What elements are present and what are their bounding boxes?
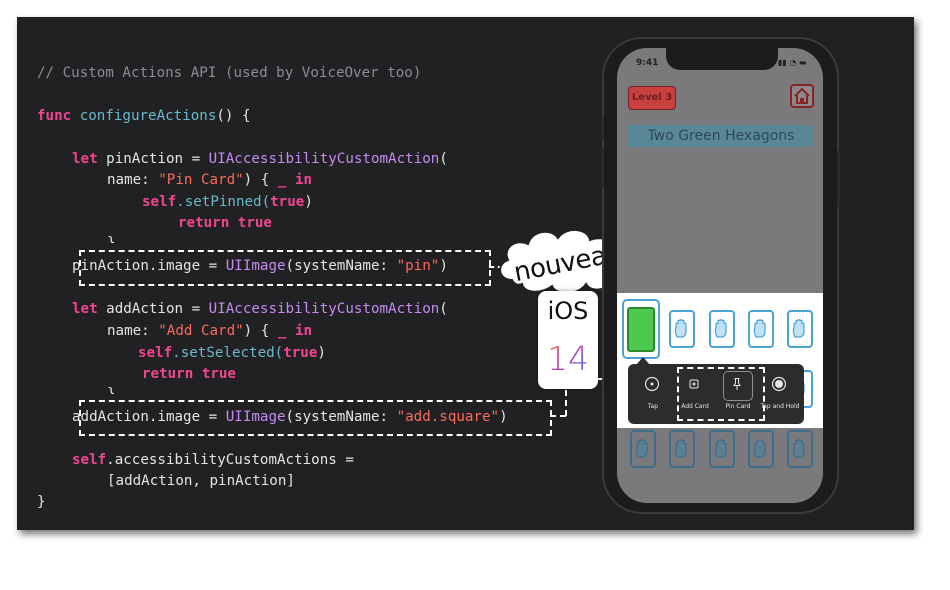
home-button[interactable]: [790, 84, 814, 108]
code-token: configureActions: [79, 108, 217, 124]
pin-image-highlight: [79, 250, 491, 286]
code-token: self: [72, 452, 107, 468]
code-pin-let-line: let pinAction = UIAccessibilityCustomAct…: [72, 149, 448, 169]
code-token: "Add Card": [158, 323, 244, 339]
code-pin-set-line: self.setPinned(true): [142, 192, 313, 212]
side-button: [837, 150, 840, 208]
level-badge[interactable]: Level 3: [628, 86, 676, 110]
tap-icon: [644, 376, 660, 392]
code-token: UIAccessibilityCustomAction: [208, 301, 440, 317]
code-brace-line-2: }: [107, 384, 116, 394]
add-image-highlight: [79, 400, 552, 436]
menu-item-label: Tap: [647, 403, 659, 410]
house-icon: [794, 87, 810, 104]
code-token: name:: [107, 172, 159, 188]
volume-button: [601, 148, 604, 188]
add-connector-horizontal: [550, 415, 566, 417]
code-final-brace-line: }: [37, 492, 46, 512]
code-token: () {: [216, 108, 251, 124]
green-card[interactable]: [627, 307, 655, 352]
new-actions-highlight: [677, 367, 765, 421]
code-token: (: [439, 301, 448, 317]
code-token: ) {: [243, 172, 278, 188]
code-token: "Pin Card": [158, 172, 244, 188]
code-token: ): [317, 345, 326, 361]
code-token: true: [270, 194, 305, 210]
card[interactable]: [709, 310, 735, 348]
status-icons: ▮▮ ◔ ▬: [778, 58, 807, 67]
code-add-set-line: self.setSelected(true): [138, 343, 326, 363]
ios-version: 14: [538, 339, 598, 378]
code-return-line-2: return true: [142, 364, 236, 384]
menu-item-tap[interactable]: Tap: [631, 364, 675, 424]
code-token: }: [107, 386, 116, 394]
ios14-badge: iOS 14: [538, 291, 598, 389]
card[interactable]: [787, 430, 813, 468]
hand-icon: [714, 439, 727, 458]
code-token: func: [37, 108, 72, 124]
code-token: .accessibilityCustomActions =: [106, 452, 354, 468]
code-token: true: [201, 366, 236, 382]
code-token: .setSelected(: [172, 345, 284, 361]
hand-icon: [753, 439, 766, 458]
card[interactable]: [748, 310, 774, 348]
card[interactable]: [748, 430, 774, 468]
code-token: true: [283, 345, 318, 361]
code-token: .setPinned(: [176, 194, 271, 210]
hand-icon: [714, 319, 727, 338]
code-pin-name-line: name: "Pin Card") { _ in: [107, 170, 312, 190]
code-token: (: [439, 151, 448, 167]
status-time: 9:41: [636, 58, 659, 68]
volume-button: [601, 118, 604, 140]
hand-icon: [792, 439, 805, 458]
code-add-name-line: name: "Add Card") { _ in: [107, 321, 312, 341]
hand-icon: [753, 319, 766, 338]
card[interactable]: [669, 310, 695, 348]
code-comment: // Custom Actions API (used by VoiceOver…: [37, 65, 422, 81]
code-token: self: [142, 194, 177, 210]
code-token: let: [72, 301, 98, 317]
code-token: self: [138, 345, 173, 361]
tap-hold-icon: [771, 376, 787, 392]
code-brace-line: }: [107, 233, 116, 243]
code-comment-line: // Custom Actions API (used by VoiceOver…: [37, 63, 421, 83]
code-token: name:: [107, 323, 159, 339]
ios-label: iOS: [547, 297, 589, 325]
code-add-let-line: let addAction = UIAccessibilityCustomAct…: [72, 299, 448, 319]
code-token: true: [237, 215, 272, 231]
card[interactable]: [669, 430, 695, 468]
code-token: return: [142, 366, 194, 382]
code-token: }: [107, 235, 116, 243]
code-token: _: [277, 172, 287, 188]
code-token: let: [72, 151, 98, 167]
goal-banner: Two Green Hexagons: [628, 125, 814, 147]
code-custom-actions-line: self.accessibilityCustomActions =: [72, 450, 354, 470]
card[interactable]: [630, 430, 656, 468]
code-token: in: [294, 172, 313, 188]
code-block: // Custom Actions API (used by VoiceOver…: [37, 46, 508, 590]
code-token: ) {: [243, 323, 278, 339]
code-token: in: [294, 323, 313, 339]
hand-icon: [674, 319, 687, 338]
code-token: return: [178, 215, 230, 231]
code-token: ): [304, 194, 313, 210]
code-token: pinAction =: [97, 151, 209, 167]
hand-icon: [674, 439, 687, 458]
code-token: _: [277, 323, 287, 339]
code-func-line: func configureActions() {: [37, 106, 251, 126]
code-token: }: [37, 494, 46, 510]
code-return-line: return true: [178, 213, 272, 233]
code-token: UIAccessibilityCustomAction: [208, 151, 440, 167]
hand-icon: [792, 319, 805, 338]
hand-icon: [635, 439, 648, 458]
code-actions-list-line: [addAction, pinAction]: [107, 471, 295, 491]
card[interactable]: [709, 430, 735, 468]
card[interactable]: [787, 310, 813, 348]
code-token: [addAction, pinAction]: [107, 473, 295, 489]
code-token: addAction =: [97, 301, 209, 317]
phone-notch: [666, 48, 778, 70]
